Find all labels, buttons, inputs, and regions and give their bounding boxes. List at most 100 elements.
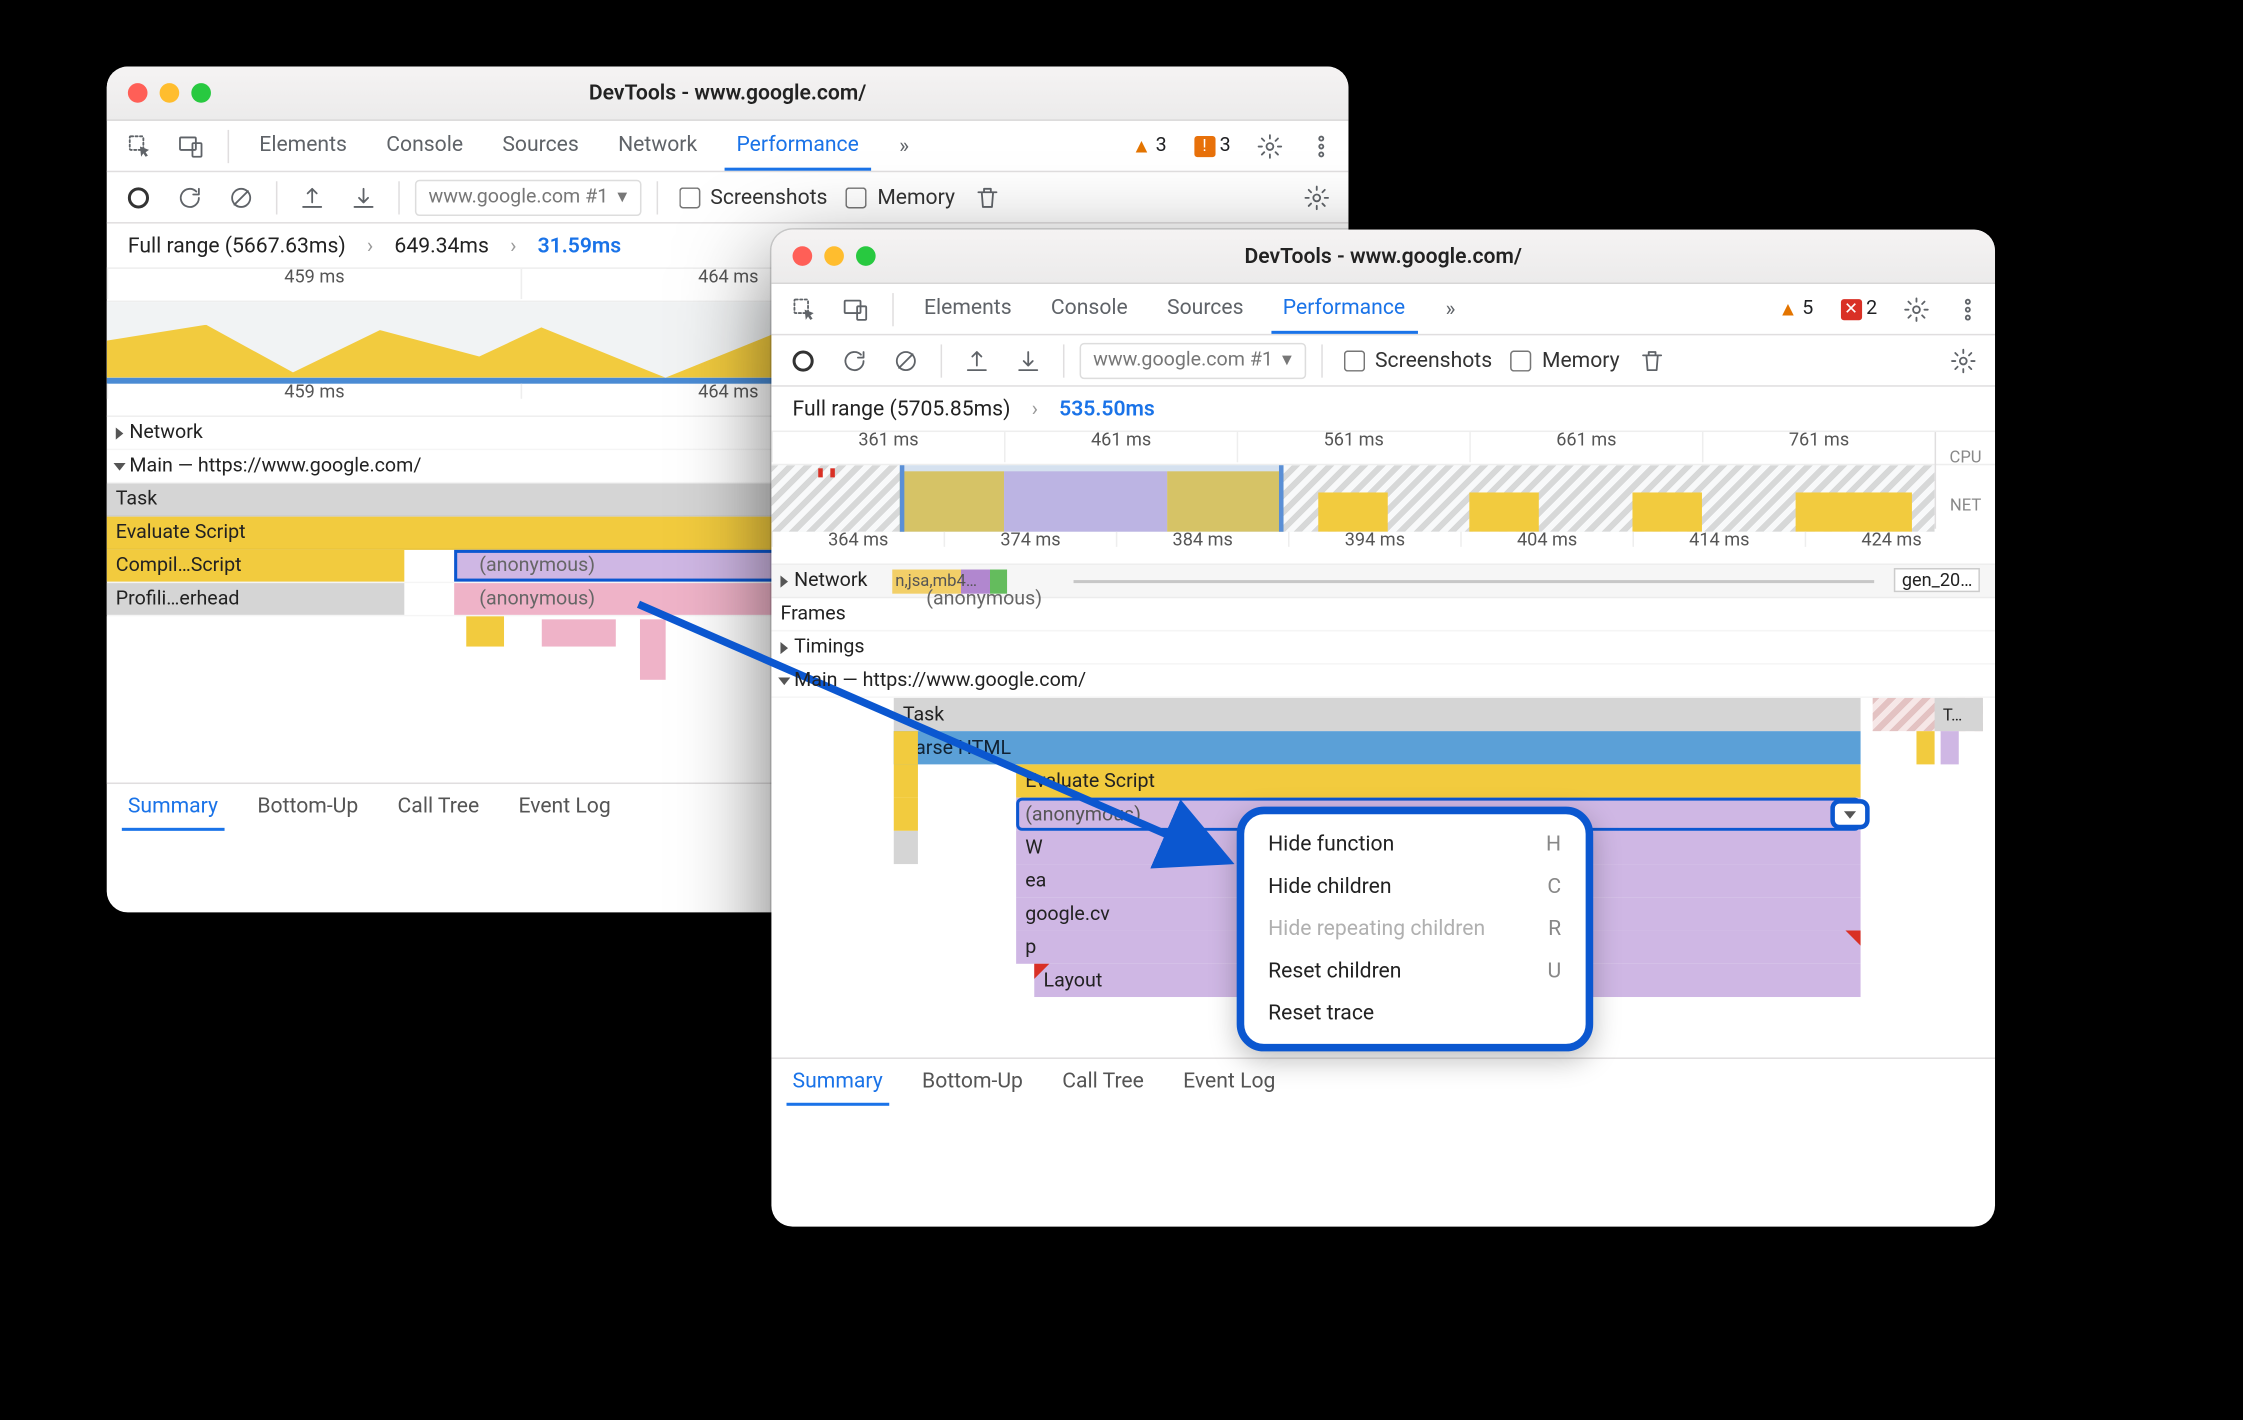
window-title: DevTools - www.google.com/ <box>771 244 1995 268</box>
upload-icon[interactable] <box>957 341 996 380</box>
breadcrumb-current[interactable]: 31.59ms <box>537 233 621 257</box>
disclosure-icon[interactable] <box>780 575 788 587</box>
warning-badge[interactable]: ▲3 <box>1125 134 1172 158</box>
tab-console[interactable]: Console <box>374 121 475 171</box>
menu-reset-trace[interactable]: Reset trace <box>1244 992 1585 1034</box>
download-icon[interactable] <box>1008 341 1047 380</box>
zoom-icon[interactable] <box>191 83 211 103</box>
screenshots-toggle[interactable]: Screenshots <box>672 182 827 212</box>
zoom-icon[interactable] <box>856 246 876 266</box>
overflow-icon[interactable]: » <box>1432 291 1468 327</box>
overview-strip[interactable] <box>771 465 1934 531</box>
tab-bottom-up[interactable]: Bottom-Up <box>251 784 364 831</box>
traffic-lights[interactable] <box>127 83 210 103</box>
flame-eval[interactable]: Evaluate Script <box>1016 764 1860 797</box>
download-icon[interactable] <box>344 178 383 217</box>
context-menu: Hide functionH Hide childrenC Hide repea… <box>1236 807 1593 1052</box>
clear-button[interactable] <box>886 341 925 380</box>
flame-task[interactable]: Task <box>893 698 1860 731</box>
reload-button[interactable] <box>170 178 209 217</box>
device-toggle-icon[interactable] <box>837 291 873 327</box>
flame-task-r[interactable]: T… <box>1933 698 1982 731</box>
breadcrumb: Full range (5705.85ms) › 535.50ms <box>771 387 1995 432</box>
kebab-icon[interactable] <box>1303 128 1339 164</box>
flame-chart[interactable]: Task T… Parse HTML Evaluate Script (anon… <box>771 698 1995 1058</box>
tab-summary[interactable]: Summary <box>786 1059 888 1106</box>
track-timings[interactable]: Timings <box>771 631 1995 664</box>
inspect-icon[interactable] <box>786 291 822 327</box>
upload-icon[interactable] <box>292 178 331 217</box>
trash-icon[interactable] <box>967 178 1006 217</box>
titlebar[interactable]: DevTools - www.google.com/ <box>771 230 1995 284</box>
devtools-window-front: DevTools - www.google.com/ Elements Cons… <box>771 230 1995 1227</box>
perf-toolbar: www.google.com #1▾ Screenshots Memory <box>106 172 1348 223</box>
minimize-icon[interactable] <box>824 246 844 266</box>
warning-badge[interactable]: ▲5 <box>1772 297 1819 321</box>
tab-elements[interactable]: Elements <box>247 121 359 171</box>
traffic-lights[interactable] <box>792 246 875 266</box>
chevron-down-icon: ▾ <box>1282 349 1292 372</box>
tab-network[interactable]: Network <box>606 121 709 171</box>
breadcrumb-mid[interactable]: 649.34ms <box>394 233 488 257</box>
overflow-icon[interactable]: » <box>886 128 922 164</box>
tab-event-log[interactable]: Event Log <box>512 784 616 831</box>
tab-event-log[interactable]: Event Log <box>1177 1059 1281 1106</box>
device-toggle-icon[interactable] <box>173 128 209 164</box>
tab-call-tree[interactable]: Call Tree <box>1056 1059 1150 1106</box>
titlebar[interactable]: DevTools - www.google.com/ <box>106 66 1348 120</box>
perf-toolbar: www.google.com #1▾ Screenshots Memory <box>771 335 1995 386</box>
breadcrumb-current[interactable]: 535.50ms <box>1059 397 1155 421</box>
reload-button[interactable] <box>834 341 873 380</box>
menu-hide-function[interactable]: Hide functionH <box>1244 823 1585 865</box>
tab-bottom-up[interactable]: Bottom-Up <box>916 1059 1029 1106</box>
tab-sources[interactable]: Sources <box>490 121 591 171</box>
disclosure-icon[interactable] <box>778 677 790 685</box>
tab-elements[interactable]: Elements <box>912 284 1024 334</box>
tab-sources[interactable]: Sources <box>1155 284 1256 334</box>
memory-toggle[interactable]: Memory <box>1504 345 1619 375</box>
menu-reset-children[interactable]: Reset childrenU <box>1244 950 1585 992</box>
menu-hide-repeating: Hide repeating childrenR <box>1244 908 1585 950</box>
gear-icon[interactable] <box>1898 291 1934 327</box>
kebab-icon[interactable] <box>1949 291 1985 327</box>
disclosure-icon[interactable] <box>115 427 123 439</box>
inspect-icon[interactable] <box>121 128 157 164</box>
entry-dropdown-button[interactable] <box>1831 799 1870 829</box>
top-tabs: Elements Console Sources Network Perform… <box>106 121 1348 172</box>
tab-performance[interactable]: Performance <box>724 121 871 171</box>
memory-toggle[interactable]: Memory <box>839 182 954 212</box>
track-main-header[interactable]: Main — https://www.google.com/ <box>771 665 1995 698</box>
record-button[interactable] <box>118 178 157 217</box>
disclosure-icon[interactable] <box>780 641 788 653</box>
menu-hide-children[interactable]: Hide childrenC <box>1244 866 1585 908</box>
trash-icon[interactable] <box>1631 341 1670 380</box>
tab-console[interactable]: Console <box>1038 284 1139 334</box>
breadcrumb-full[interactable]: Full range (5705.85ms) <box>792 397 1010 421</box>
clear-button[interactable] <box>221 178 260 217</box>
flame-ruler: 364 ms374 ms384 ms394 ms404 ms414 ms424 … <box>771 532 1995 565</box>
panel-gear-icon[interactable] <box>1297 178 1336 217</box>
panel-gear-icon[interactable] <box>1943 341 1982 380</box>
profile-select[interactable]: www.google.com #1▾ <box>415 179 641 215</box>
network-right-chip[interactable]: gen_20… <box>1894 568 1980 592</box>
breadcrumb-full[interactable]: Full range (5667.63ms) <box>127 233 345 257</box>
gear-icon[interactable] <box>1251 128 1287 164</box>
top-tabs: Elements Console Sources Performance » ▲… <box>771 284 1995 335</box>
cpu-label: CPU <box>1949 446 1981 466</box>
tab-performance[interactable]: Performance <box>1270 284 1417 334</box>
record-button[interactable] <box>783 341 822 380</box>
bottom-tabs: Summary Bottom-Up Call Tree Event Log <box>771 1057 1995 1105</box>
close-icon[interactable] <box>127 83 147 103</box>
tab-call-tree[interactable]: Call Tree <box>391 784 485 831</box>
tab-summary[interactable]: Summary <box>121 784 223 831</box>
close-icon[interactable] <box>792 246 812 266</box>
issue-badge[interactable]: !3 <box>1187 134 1236 157</box>
screenshots-toggle[interactable]: Screenshots <box>1337 345 1492 375</box>
overview-ruler: 361 ms461 ms561 ms661 ms761 ms <box>771 432 1995 465</box>
error-badge[interactable]: ✕2 <box>1834 298 1883 321</box>
disclosure-icon[interactable] <box>113 462 125 470</box>
minimize-icon[interactable] <box>159 83 179 103</box>
flame-parse-html[interactable]: Parse HTML <box>893 731 1860 764</box>
chevron-down-icon: ▾ <box>617 186 627 209</box>
profile-select[interactable]: www.google.com #1▾ <box>1079 342 1305 378</box>
